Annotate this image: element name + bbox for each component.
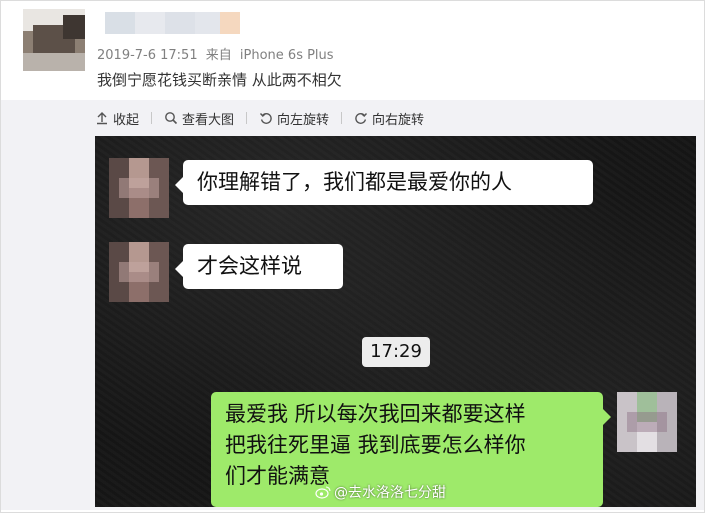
incoming-message-bubble: 你理解错了，我们都是最爱你的人 (175, 160, 593, 205)
collapse-button[interactable]: 收起 (95, 109, 139, 128)
collapse-icon (97, 112, 107, 125)
view-large-label: 查看大图 (182, 112, 235, 128)
weibo-logo-icon (315, 486, 331, 499)
self-avatar (617, 392, 677, 452)
divider (341, 112, 343, 124)
search-icon (165, 112, 178, 125)
contact-avatar (109, 242, 169, 302)
post-text: 我倒宁愿花钱买断亲情 从此两不相欠 (97, 71, 342, 89)
rotate-right-button[interactable]: 向右旋转 (354, 109, 424, 128)
chat-screenshot-image[interactable]: 你理解错了，我们都是最爱你的人 才会这样说 17:29 最爱我 所以每次我回来都… (95, 136, 696, 507)
view-large-button[interactable]: 查看大图 (164, 109, 234, 128)
message-text-line: 把我往死里逼 我到底要怎么样你 (225, 433, 526, 457)
post-device[interactable]: iPhone 6s Plus (240, 48, 334, 63)
rotate-left-label: 向左旋转 (277, 112, 330, 128)
contact-avatar (109, 158, 169, 218)
rotate-left-icon (260, 113, 272, 124)
incoming-message-bubble: 才会这样说 (175, 244, 343, 289)
weibo-post: 2019-7-6 17:51 来自 iPhone 6s Plus 我倒宁愿花钱买… (0, 0, 705, 513)
divider (246, 112, 248, 124)
watermark-text: @去水洛洛七分甜 (334, 485, 446, 501)
post-meta: 2019-7-6 17:51 来自 iPhone 6s Plus (97, 44, 334, 63)
message-text: 才会这样说 (197, 254, 302, 278)
username-blurred[interactable] (97, 12, 242, 34)
divider (151, 112, 153, 124)
rotate-left-button[interactable]: 向左旋转 (259, 109, 329, 128)
message-text: 你理解错了，我们都是最爱你的人 (197, 170, 512, 194)
rotate-right-icon (355, 113, 368, 124)
message-text-line: 最爱我 所以每次我回来都要这样 (225, 402, 526, 426)
collapse-label: 收起 (113, 112, 140, 128)
avatar[interactable] (23, 9, 85, 71)
chat-timestamp: 17:29 (362, 337, 430, 367)
post-date[interactable]: 2019-7-6 17:51 (97, 48, 198, 63)
post-from-label: 来自 (205, 48, 232, 63)
image-toolbar: 收起 查看大图 向左旋转 向右旋转 (95, 109, 424, 128)
watermark: @去水洛洛七分甜 (315, 482, 446, 502)
rotate-right-label: 向右旋转 (372, 112, 425, 128)
